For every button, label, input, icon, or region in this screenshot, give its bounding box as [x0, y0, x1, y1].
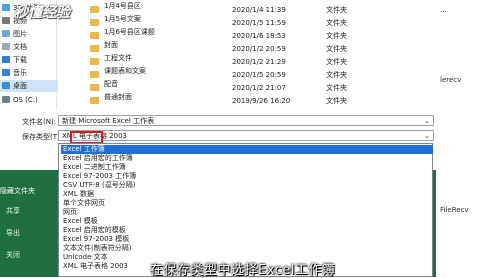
folder-icon	[90, 97, 99, 104]
savetype-select[interactable]: XML 电子表格 2003 ⌄	[58, 130, 434, 141]
folder-icon	[90, 58, 99, 65]
dropdown-option[interactable]: 文本文件(制表符分隔)	[61, 244, 433, 253]
nav-item-desktop[interactable]: 桌面	[0, 80, 58, 92]
folder-icon	[90, 19, 99, 26]
dropdown-option[interactable]: Excel 启用宏的模板	[61, 226, 433, 235]
file-row[interactable]: 配音 2020/1/2 21:07 文件夹	[90, 78, 390, 92]
dropdown-option[interactable]: 单个文件网页	[61, 199, 433, 208]
nav-item-music[interactable]: 音乐	[2, 67, 27, 79]
right-panel: ... lerecv FileRecv	[436, 0, 500, 277]
filename-input[interactable]: 新建 Microsoft Excel 工作表 ⌄	[58, 115, 434, 126]
watermark-logo: 秒懂经验	[14, 5, 70, 21]
dropdown-option[interactable]: XML 数据	[61, 190, 433, 199]
right-panel-text-a: lerecv	[440, 76, 462, 84]
music-icon	[2, 69, 10, 76]
nav-item-documents[interactable]: 文档	[2, 41, 27, 53]
left-panel-item[interactable]: 导出	[6, 228, 20, 238]
file-row[interactable]: 普通封面 2019/9/26 16:20 文件夹	[90, 91, 390, 105]
left-panel-item[interactable]: 共享	[6, 206, 20, 216]
folder-icon	[90, 6, 99, 13]
dropdown-option[interactable]: 网页	[61, 208, 433, 217]
dropdown-option[interactable]: Excel 二进制工作簿	[61, 163, 433, 172]
desktop-icon	[2, 82, 10, 89]
folder-icon	[90, 32, 99, 39]
dropdown-option[interactable]: Excel 模板	[61, 217, 433, 226]
savetype-label: 保存类型(T):	[22, 133, 63, 141]
chevron-down-icon[interactable]: ⌄	[424, 116, 430, 125]
documents-icon	[2, 43, 10, 50]
filename-label: 文件名(N):	[22, 118, 57, 126]
drive-icon	[2, 96, 10, 103]
nav-item-os-c[interactable]: OS (C:)	[2, 94, 38, 106]
folder-icon	[90, 71, 99, 78]
chevron-down-icon[interactable]: ⌄	[424, 131, 430, 140]
pictures-icon	[2, 30, 10, 37]
nav-item-pictures[interactable]: 图片	[2, 28, 27, 40]
dropdown-option[interactable]: Excel 97-2003 工作簿	[61, 172, 433, 181]
folder-icon	[90, 84, 99, 91]
dropdown-option[interactable]: Excel 启用宏的工作簿	[61, 154, 433, 163]
dropdown-option[interactable]: Excel 97-2003 模板	[61, 235, 433, 244]
download-icon	[2, 56, 10, 63]
savetype-dropdown-list: Excel 工作簿 Excel 启用宏的工作簿 Excel 二进制工作簿 Exc…	[58, 143, 433, 277]
3d-objects-icon	[2, 4, 10, 11]
file-list: 1月4号县区 2020/1/4 11:39 文件夹 1月5号文案 2020/1/5 1…	[90, 0, 436, 110]
folder-icon	[90, 45, 99, 52]
video-caption: 在保存类型中选择Excel工作簿	[150, 263, 336, 278]
right-panel-text-b: FileRecv	[440, 206, 469, 214]
right-panel-top-text: ...	[440, 6, 447, 14]
file-row[interactable]: 1月4号县区 2020/1/4 11:39 文件夹	[90, 0, 390, 14]
dropdown-option[interactable]: CSV UTF-8 (逗号分隔)	[61, 181, 433, 190]
file-row[interactable]: 1月6号县区课题 2020/1/6 18:53 文件夹	[90, 26, 390, 40]
dropdown-option[interactable]: Excel 工作簿	[61, 145, 433, 154]
nav-item-downloads[interactable]: 下载	[2, 54, 27, 66]
file-row[interactable]: 1月5号文案 2020/1/5 11:59 文件夹	[90, 13, 390, 27]
left-panel-item[interactable]: 关闭	[6, 250, 20, 260]
file-row[interactable]: 课题表和文案 2020/1/5 20:59 文件夹	[90, 65, 390, 79]
file-row[interactable]: 封面 2020/1/2 20:59 文件夹	[90, 39, 390, 53]
hide-folders-toggle[interactable]: 隐藏文件夹	[0, 186, 35, 196]
video-icon	[2, 17, 10, 24]
file-row[interactable]: 工程文件 2020/1/2 21:29 文件夹	[90, 52, 390, 66]
